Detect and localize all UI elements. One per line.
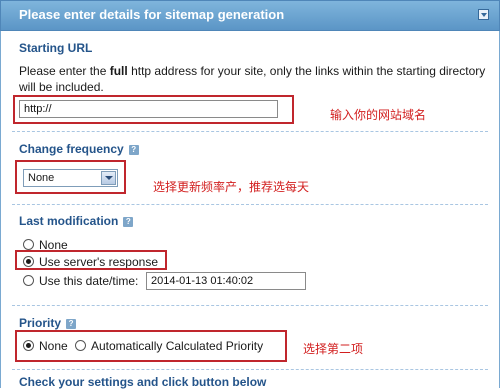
annotation-box-server: [15, 250, 167, 270]
starting-url-title: Starting URL: [19, 41, 92, 55]
divider: [12, 305, 488, 306]
last-modification-title: Last modification?: [19, 214, 134, 228]
annotation-box-frequency: [15, 160, 126, 194]
help-icon[interactable]: ?: [66, 318, 77, 329]
divider: [12, 131, 488, 132]
priority-title: Priority?: [19, 316, 77, 330]
panel-title: Please enter details for sitemap generat…: [19, 7, 285, 22]
last-mod-option-date[interactable]: Use this date/time:: [23, 273, 138, 289]
description-bold: full: [109, 64, 128, 78]
help-icon[interactable]: ?: [123, 216, 134, 227]
annotation-box-url: [13, 95, 294, 124]
radio-icon[interactable]: [23, 275, 34, 287]
radio-icon[interactable]: [23, 239, 34, 251]
last-mod-option-label: Use this date/time:: [39, 274, 139, 288]
starting-url-description: Please enter the full http address for y…: [19, 63, 489, 95]
change-frequency-title-text: Change frequency: [19, 142, 124, 156]
collapse-icon[interactable]: [478, 9, 489, 20]
annotation-url: 输入你的网站域名: [330, 108, 427, 122]
description-text-1: Please enter the: [19, 64, 110, 78]
change-frequency-title: Change frequency?: [19, 142, 139, 156]
annotation-frequency: 选择更新频率产，推荐选每天: [153, 180, 310, 194]
starting-url-title-text: Starting URL: [19, 41, 93, 55]
footer-title-text: Check your settings and click button bel…: [19, 375, 267, 389]
divider: [12, 369, 488, 370]
help-icon[interactable]: ?: [128, 144, 139, 155]
datetime-input[interactable]: [146, 272, 306, 290]
annotation-box-priority: [15, 330, 287, 362]
annotation-priority: 选择第二项: [303, 342, 364, 356]
last-modification-title-text: Last modification: [19, 214, 119, 228]
footer-title: Check your settings and click button bel…: [19, 375, 266, 389]
priority-title-text: Priority: [19, 316, 62, 330]
panel-header: Please enter details for sitemap generat…: [0, 0, 500, 31]
divider: [12, 204, 488, 205]
